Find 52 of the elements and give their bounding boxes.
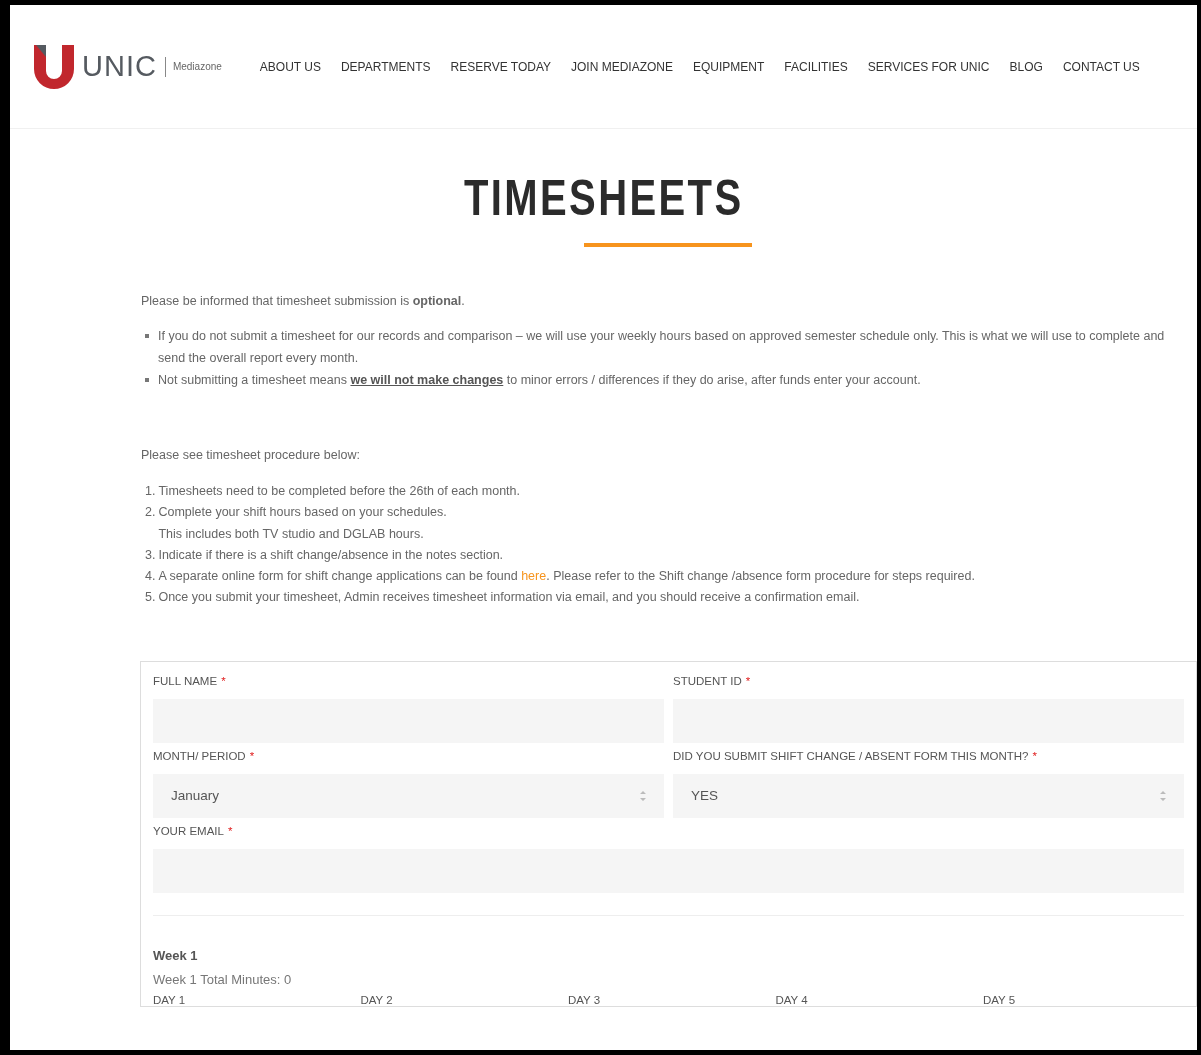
step-text: Timesheets need to be completed before the 26th of each month. (158, 483, 520, 500)
intro-text: Please be informed that timesheet submission is optional. (141, 293, 466, 310)
sort-icon (1160, 789, 1166, 802)
field-label: YOUR EMAIL (153, 824, 224, 837)
step-number: 1. (145, 483, 156, 500)
step-text: Once you submit your timesheet, Admin receives timesheet information via email, and you should receive a confirmation email. (158, 589, 860, 607)
logo-icon (34, 44, 74, 89)
nav-link[interactable]: CONTACT US (1062, 59, 1140, 74)
select-field[interactable]: January (153, 773, 664, 818)
step-text: Complete your shift hours based on your schedules. (158, 504, 447, 522)
nav-link[interactable]: FACILITIES (784, 59, 848, 74)
nav-link[interactable]: DEPARTMENTS (340, 59, 431, 74)
nav-link[interactable]: SERVICES FOR UNIC (867, 59, 990, 74)
day-label: DAY 5 (983, 993, 1017, 1006)
nav-link[interactable]: BLOG (1009, 59, 1043, 74)
step-text: A separate online form for shift change applications can be found here. Please refer to the Shift change /absence form procedure for steps required. (158, 568, 975, 586)
week-title: Week 1 (153, 947, 199, 963)
procedure-text: Please see timesheet procedure below: (141, 447, 361, 464)
select-field[interactable]: YES (673, 773, 1184, 818)
day-label: DAY 1 (153, 993, 187, 1006)
required-mark: * (227, 824, 233, 837)
nav-link[interactable]: RESERVE TODAY (450, 59, 551, 74)
field-label: FULL NAME (153, 674, 218, 687)
list-text: Not submitting a timesheet means we will not make changes to minor errors / differences if they do arise, after funds enter your account. (158, 372, 921, 389)
nav-link[interactable]: ABOUT US (259, 59, 321, 74)
field-label: STUDENT ID (673, 674, 742, 687)
page-title: TIMESHEETS (463, 169, 744, 227)
day-label: DAY 3 (568, 993, 602, 1006)
nav-link[interactable]: JOIN MEDIAZONE (571, 59, 673, 74)
day-label: DAY 2 (360, 993, 394, 1006)
list-text: If you do not submit a timesheet for our records and comparison – we will use your weekly hours based on approved semester schedule only. This is what we will use to complete and send the overall report every month. (158, 328, 1166, 367)
step-number: 4. (145, 568, 156, 586)
required-mark: * (221, 674, 226, 687)
step-text: Indicate if there is a shift change/absence in the notes section. (158, 546, 504, 564)
required-mark: * (1032, 749, 1037, 762)
sort-icon (640, 789, 646, 802)
nav-link[interactable]: EQUIPMENT (693, 59, 765, 74)
day-label: DAY 4 (775, 993, 809, 1006)
link[interactable]: we will not make changes (350, 373, 504, 387)
week-total: Week 1 Total Minutes: 0 (153, 971, 293, 987)
step-number: 2. (145, 504, 156, 522)
bullet-icon (145, 378, 149, 382)
step-number: 5. (145, 589, 156, 607)
field-label: MONTH/ PERIOD (153, 749, 246, 762)
logo-subtitle: Mediazone (164, 56, 222, 77)
required-mark: * (745, 674, 751, 687)
bullet-icon (145, 334, 149, 338)
field-label: DID YOU SUBMIT SHIFT CHANGE / ABSENT FORM THIS MONTH? (673, 749, 1029, 762)
step-number: 3. (145, 546, 156, 564)
step-note: This includes both TV studio and DGLAB hours. (158, 525, 425, 543)
logo-text: UNIC (82, 50, 157, 83)
required-mark: * (249, 749, 255, 762)
